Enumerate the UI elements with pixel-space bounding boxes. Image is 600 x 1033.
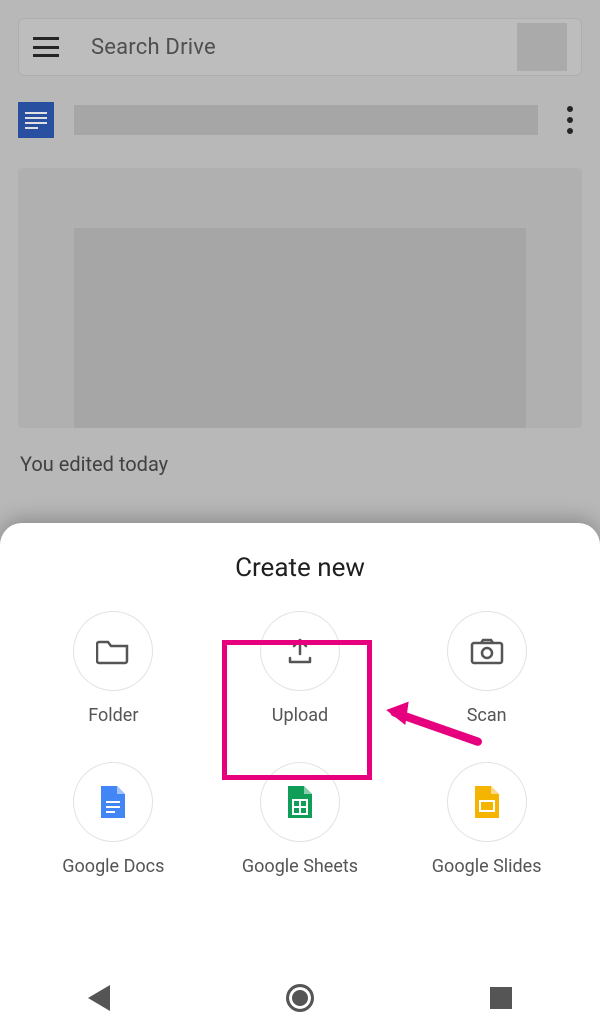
sheet-title: Create new (20, 553, 580, 583)
sheets-icon (286, 784, 314, 820)
create-new-sheet: Create new Folder Upload Scan Google Doc… (0, 523, 600, 1033)
camera-icon (470, 637, 504, 665)
search-profile-box[interactable] (517, 23, 567, 71)
create-scan-button[interactable]: Scan (393, 611, 580, 726)
create-upload-button[interactable]: Upload (207, 611, 394, 726)
create-sheets-label: Google Sheets (242, 856, 358, 877)
search-bar[interactable]: Search Drive (18, 18, 582, 76)
more-options-icon[interactable] (558, 106, 582, 134)
file-preview-thumbnail (74, 228, 525, 428)
nav-recent-icon[interactable] (490, 987, 512, 1009)
file-subline: You edited today (20, 452, 168, 476)
docs-icon (99, 784, 127, 820)
nav-home-icon[interactable] (286, 984, 314, 1012)
create-options-grid: Folder Upload Scan Google Docs Google Sh (20, 611, 580, 877)
create-folder-label: Folder (88, 705, 138, 726)
create-docs-label: Google Docs (62, 856, 164, 877)
create-docs-button[interactable]: Google Docs (20, 762, 207, 877)
folder-icon (96, 637, 130, 665)
nav-back-icon[interactable] (88, 985, 110, 1011)
android-nav-bar (0, 963, 600, 1033)
create-slides-label: Google Slides (432, 856, 542, 877)
slides-icon (473, 784, 501, 820)
docs-file-icon (18, 102, 54, 138)
create-scan-label: Scan (467, 705, 507, 726)
hamburger-icon[interactable] (33, 37, 59, 57)
create-upload-label: Upload (272, 705, 328, 726)
upload-icon (285, 636, 315, 666)
search-placeholder: Search Drive (91, 35, 517, 60)
file-row (18, 102, 582, 138)
create-folder-button[interactable]: Folder (20, 611, 207, 726)
file-preview-card[interactable] (18, 168, 582, 428)
file-title-placeholder (74, 105, 538, 135)
create-slides-button[interactable]: Google Slides (393, 762, 580, 877)
create-sheets-button[interactable]: Google Sheets (207, 762, 394, 877)
